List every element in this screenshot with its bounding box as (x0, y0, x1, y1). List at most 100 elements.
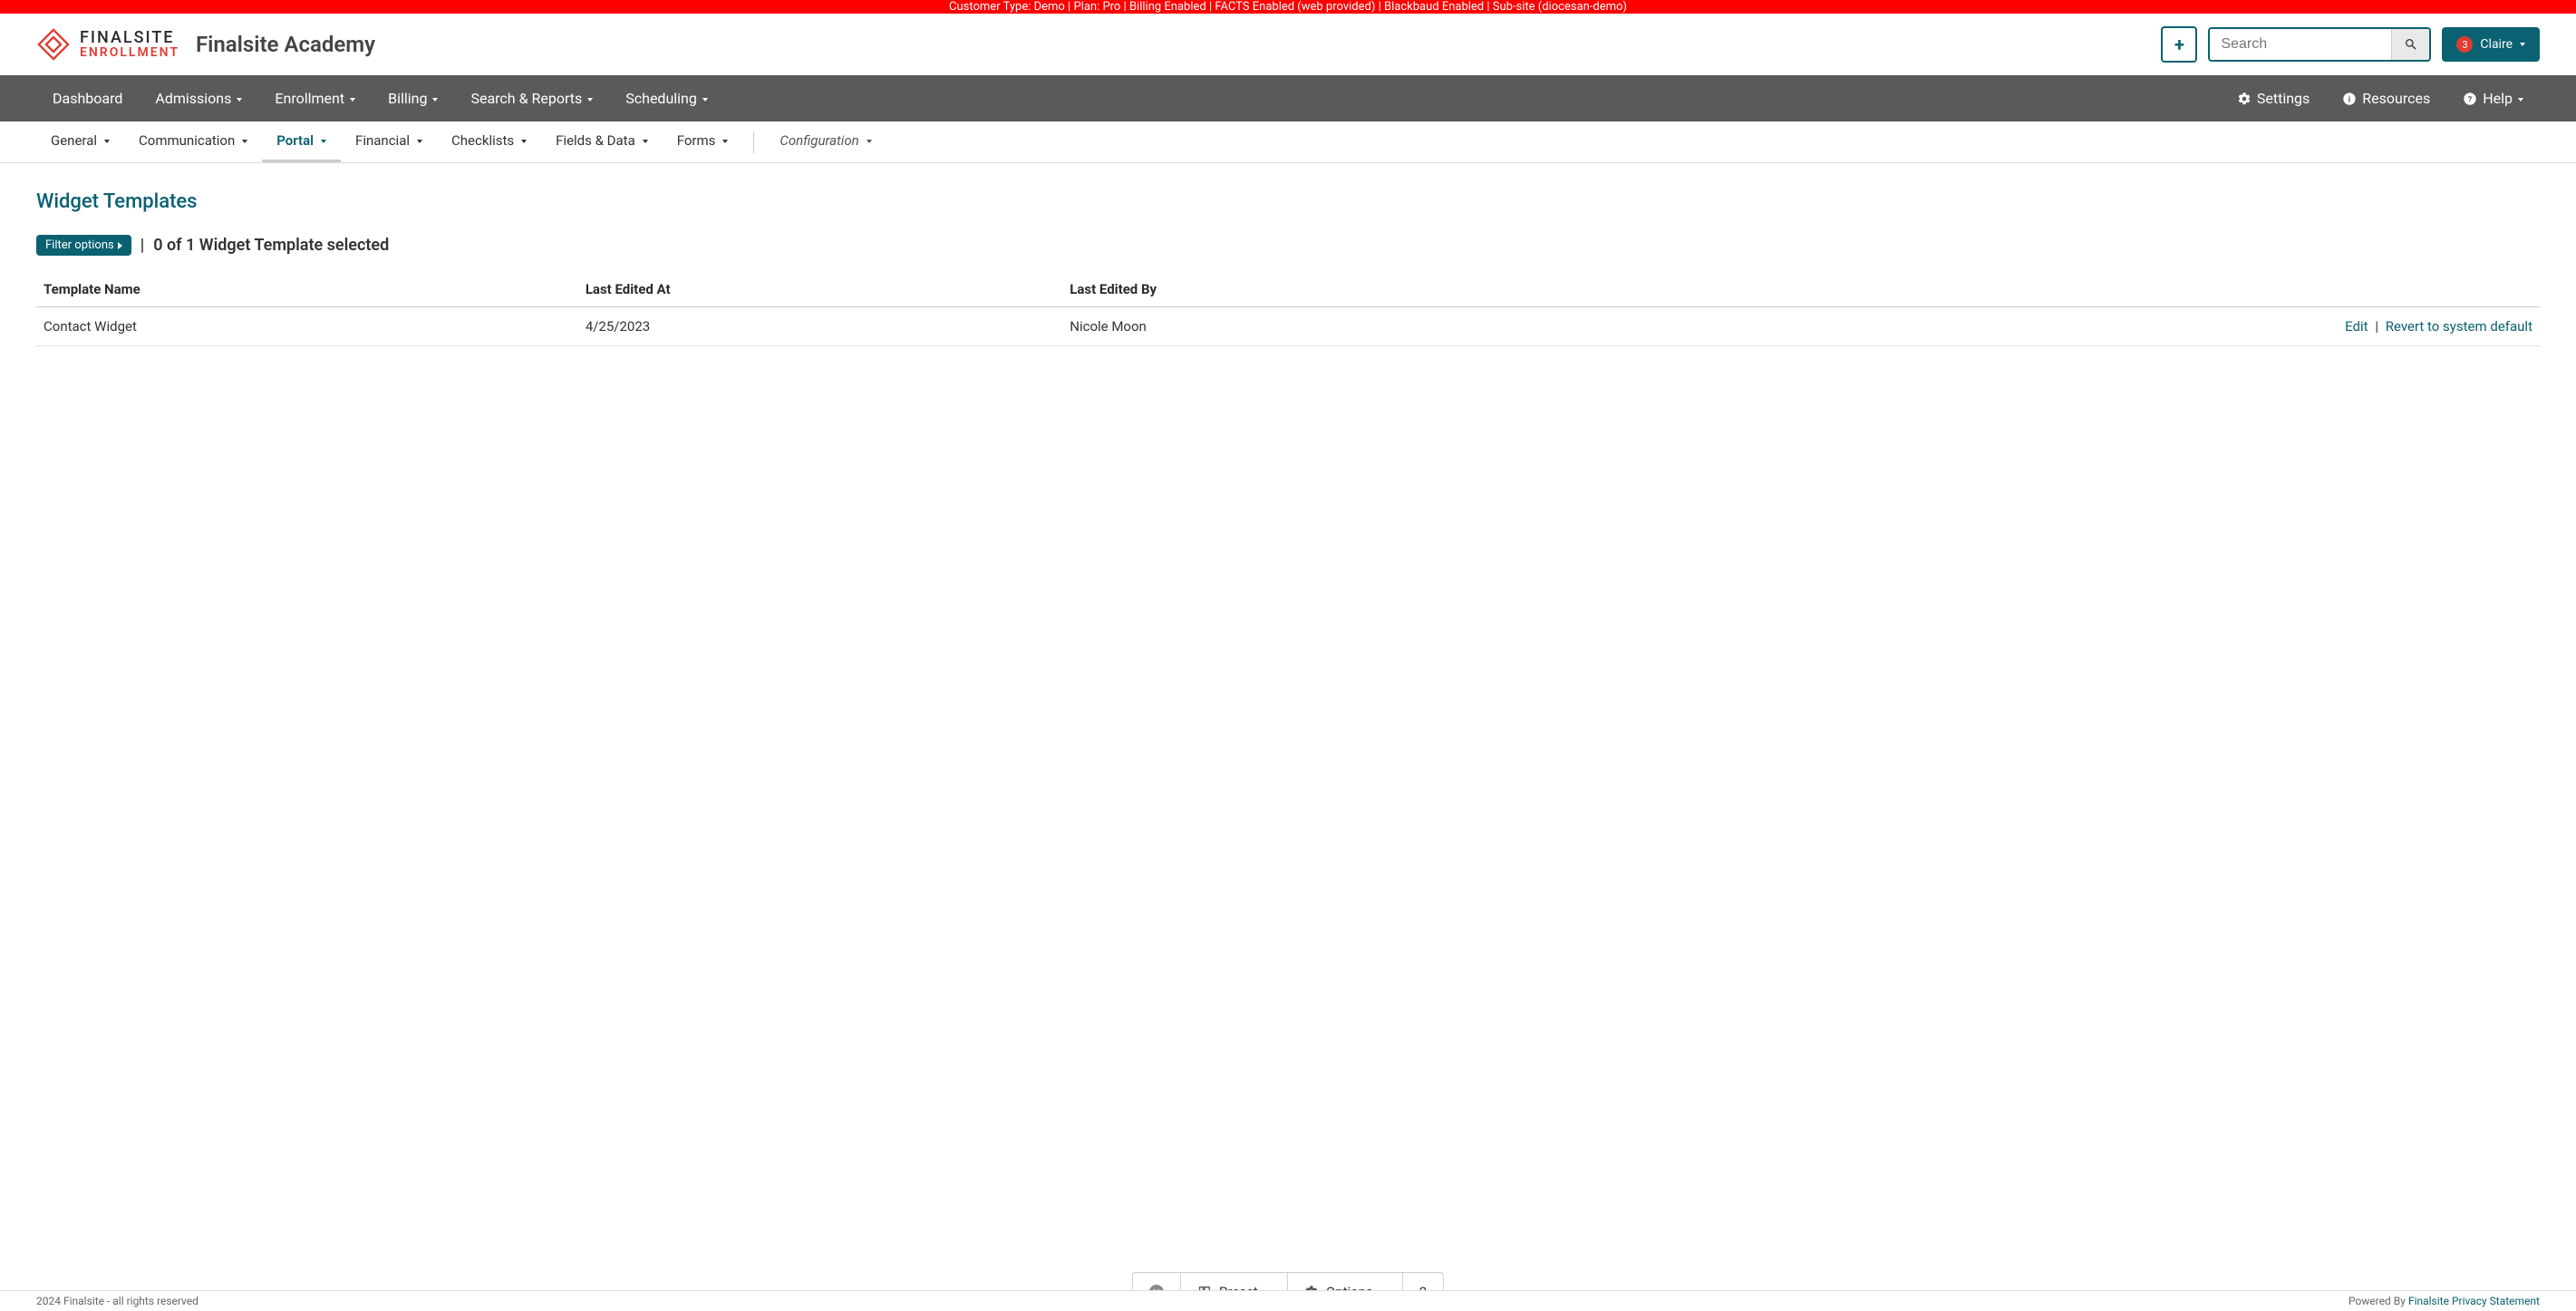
nav-label: Settings (2257, 90, 2310, 107)
nav-label: Resources (2362, 90, 2430, 107)
user-menu[interactable]: 3 Claire (2442, 27, 2540, 62)
edit-link[interactable]: Edit (2345, 318, 2368, 335)
cell-edited-at: 4/25/2023 (578, 307, 1062, 346)
logo-line1: FINALSITE (80, 30, 179, 46)
col-template-name[interactable]: Template Name (36, 272, 578, 307)
search-button[interactable] (2391, 29, 2429, 60)
page-title: Widget Templates (36, 190, 2540, 213)
privacy-link[interactable]: Finalsite Privacy Statement (2408, 1295, 2540, 1307)
main-nav: Dashboard Admissions Enrollment Billing … (0, 75, 2576, 121)
subnav-configuration[interactable]: Configuration (765, 121, 886, 162)
add-button[interactable]: + (2161, 26, 2197, 63)
plus-icon: + (2174, 34, 2184, 55)
nav-admissions[interactable]: Admissions (139, 75, 258, 121)
nav-dashboard[interactable]: Dashboard (36, 75, 139, 121)
nav-help[interactable]: ? Help (2446, 75, 2540, 121)
svg-text:i: i (2348, 94, 2350, 104)
nav-scheduling[interactable]: Scheduling (609, 75, 724, 121)
info-icon: i (2342, 92, 2357, 106)
separator: | (2375, 318, 2378, 335)
subnav-checklists[interactable]: Checklists (437, 121, 541, 162)
nav-label: Billing (388, 90, 427, 107)
subnav-label: General (51, 132, 97, 149)
search-input[interactable] (2210, 29, 2391, 60)
nav-billing[interactable]: Billing (372, 75, 454, 121)
nav-label: Scheduling (625, 90, 697, 107)
filter-options-button[interactable]: Filter options (36, 235, 131, 256)
subnav-label: Communication (139, 132, 235, 149)
chevron-down-icon (321, 132, 326, 149)
nav-label: Enrollment (275, 90, 344, 107)
table-row[interactable]: Contact Widget 4/25/2023 Nicole Moon Edi… (36, 307, 2540, 346)
divider (753, 131, 754, 153)
nav-enrollment[interactable]: Enrollment (258, 75, 372, 121)
chevron-down-icon (867, 132, 872, 149)
nav-label: Admissions (155, 90, 231, 107)
chevron-down-icon (104, 132, 110, 149)
logo-text: FINALSITE ENROLLMENT (80, 30, 179, 59)
subnav-label: Checklists (451, 132, 514, 149)
subnav-label: Portal (276, 132, 314, 149)
nav-label: Search & Reports (470, 90, 582, 107)
col-last-edited-by[interactable]: Last Edited By (1062, 272, 1556, 307)
sub-nav: General Communication Portal Financial C… (0, 121, 2576, 163)
nav-label: Help (2483, 90, 2513, 107)
site-title: Finalsite Academy (196, 32, 375, 57)
content: Widget Templates Filter options | 0 of 1… (0, 163, 2576, 419)
subnav-label: Forms (677, 132, 716, 149)
footer-right: Powered By Finalsite Privacy Statement (2348, 1295, 2540, 1307)
chevron-down-icon (587, 90, 593, 107)
logo[interactable]: FINALSITE ENROLLMENT (36, 27, 179, 62)
search-icon (2404, 37, 2418, 52)
subnav-forms[interactable]: Forms (663, 121, 743, 162)
cell-edited-by: Nicole Moon (1062, 307, 1556, 346)
notification-badge: 3 (2456, 36, 2473, 53)
templates-table: Template Name Last Edited At Last Edited… (36, 272, 2540, 346)
chevron-down-icon (2520, 37, 2525, 52)
chevron-down-icon (643, 132, 648, 149)
subnav-general[interactable]: General (36, 121, 124, 162)
col-actions (1556, 272, 2540, 307)
cell-actions: Edit | Revert to system default (1556, 307, 2540, 346)
footer-copyright: 2024 Finalsite - all rights reserved (36, 1295, 199, 1307)
chevron-down-icon (702, 90, 708, 107)
search-form (2208, 27, 2431, 62)
header: FINALSITE ENROLLMENT Finalsite Academy +… (0, 14, 2576, 75)
selection-count: 0 of 1 Widget Template selected (153, 236, 389, 255)
separator: | (140, 236, 145, 255)
filter-label: Filter options (45, 238, 114, 252)
chevron-down-icon (722, 132, 728, 149)
finalsite-logo-icon (36, 27, 71, 62)
nav-resources[interactable]: i Resources (2326, 75, 2446, 121)
chevron-down-icon (2518, 90, 2523, 107)
subnav-label: Fields & Data (556, 132, 635, 149)
footer: 2024 Finalsite - all rights reserved Pow… (0, 1290, 2576, 1311)
revert-link[interactable]: Revert to system default (2386, 318, 2532, 335)
logo-line2: ENROLLMENT (80, 46, 179, 59)
chevron-down-icon (521, 132, 527, 149)
customer-type-banner: Customer Type: Demo | Plan: Pro | Billin… (0, 0, 2576, 14)
subnav-label: Configuration (780, 132, 858, 149)
gear-icon (2237, 92, 2252, 106)
toolbar: Filter options | 0 of 1 Widget Template … (36, 235, 2540, 256)
footer-prefix: Powered By (2348, 1295, 2408, 1307)
chevron-down-icon (350, 90, 355, 107)
chevron-down-icon (432, 90, 438, 107)
subnav-financial[interactable]: Financial (341, 121, 437, 162)
subnav-communication[interactable]: Communication (124, 121, 262, 162)
chevron-right-icon (118, 238, 122, 252)
chevron-down-icon (237, 90, 242, 107)
subnav-fields-data[interactable]: Fields & Data (541, 121, 663, 162)
chevron-down-icon (242, 132, 247, 149)
svg-text:?: ? (2468, 94, 2473, 104)
nav-settings[interactable]: Settings (2221, 75, 2326, 121)
subnav-label: Financial (355, 132, 410, 149)
subnav-portal[interactable]: Portal (262, 121, 341, 162)
user-name: Claire (2480, 37, 2513, 52)
col-last-edited-at[interactable]: Last Edited At (578, 272, 1062, 307)
chevron-down-icon (417, 132, 422, 149)
nav-search-reports[interactable]: Search & Reports (454, 75, 609, 121)
question-icon: ? (2463, 92, 2477, 106)
nav-label: Dashboard (53, 90, 122, 107)
cell-template-name: Contact Widget (36, 307, 578, 346)
